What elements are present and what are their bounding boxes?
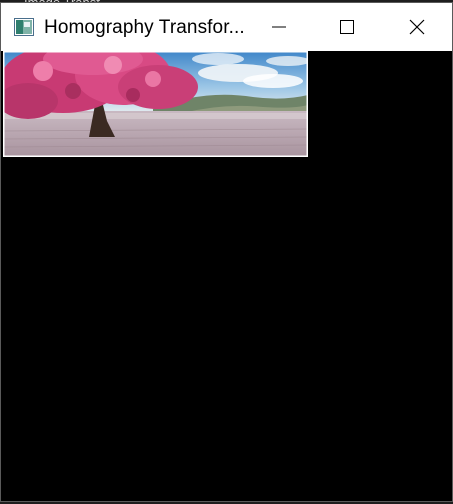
image-viewer-icon — [14, 18, 34, 36]
window-title: Homography Transfor... — [44, 17, 245, 38]
image-canvas — [1, 51, 452, 501]
maximize-button[interactable] — [317, 3, 377, 51]
close-button[interactable] — [387, 3, 447, 51]
close-icon — [409, 19, 425, 35]
minimize-icon — [272, 26, 286, 28]
homography-window: Homography Transfor... — [0, 2, 453, 502]
minimize-button[interactable] — [249, 3, 309, 51]
warped-image — [3, 51, 308, 157]
maximize-icon — [340, 20, 354, 34]
title-bar[interactable]: Homography Transfor... — [1, 3, 452, 51]
